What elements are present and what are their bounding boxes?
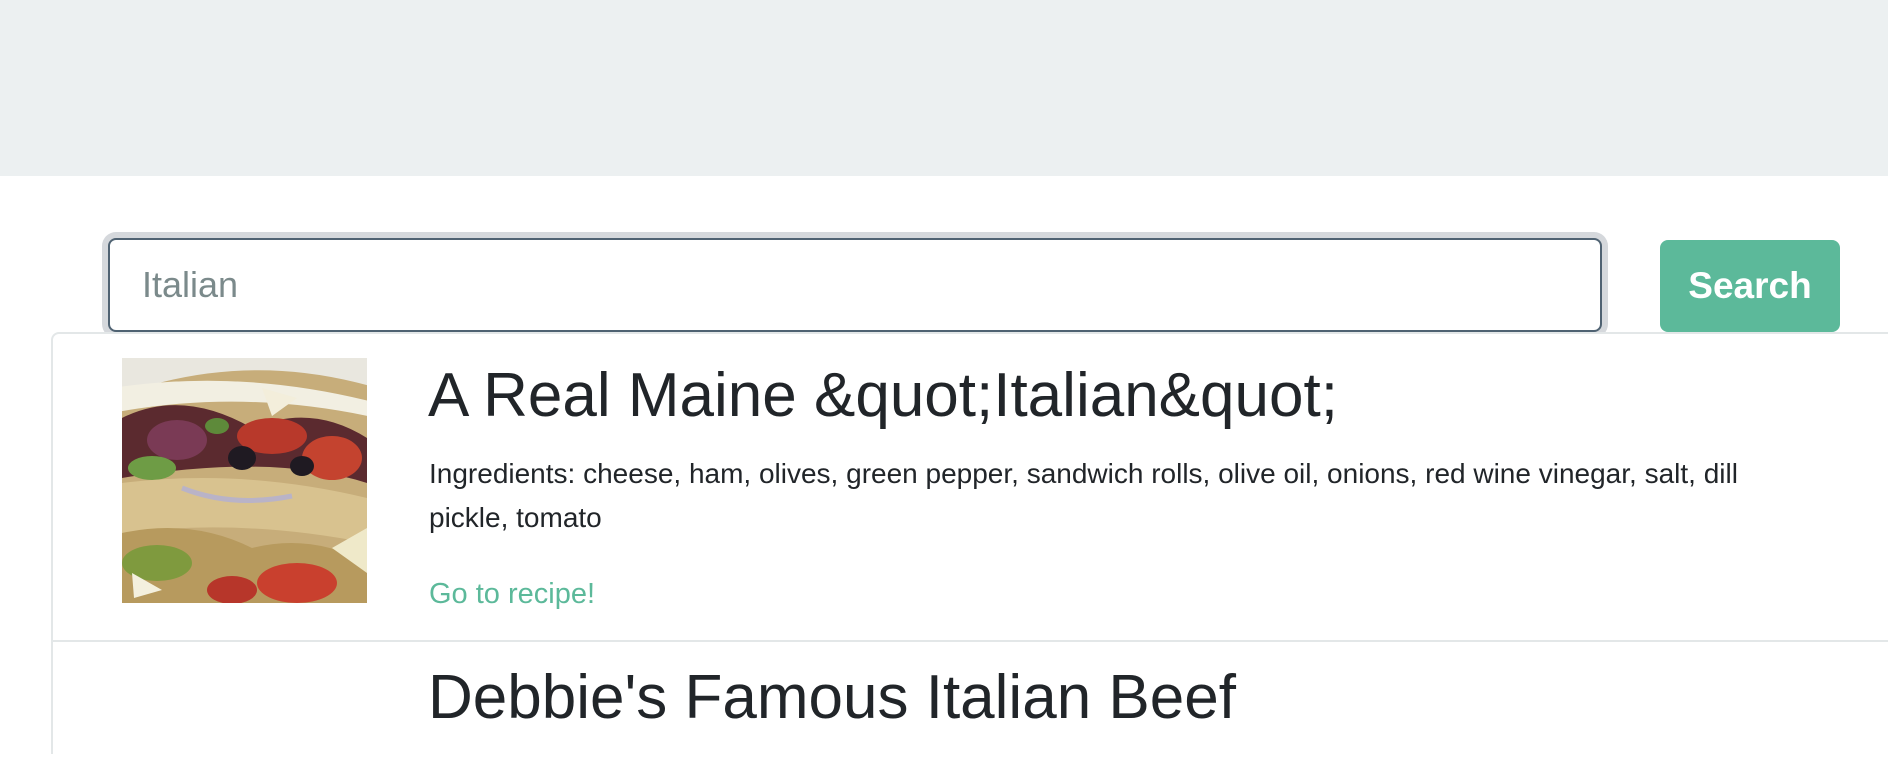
- results-list: A Real Maine &quot;Italian&quot; Ingredi…: [51, 332, 1888, 754]
- header-band: [0, 0, 1888, 176]
- recipe-ingredients: Ingredients: cheese, ham, olives, green …: [429, 458, 1738, 533]
- recipe-title: Debbie's Famous Italian Beef: [428, 663, 1236, 732]
- recipe-thumbnail[interactable]: [122, 358, 367, 603]
- search-input[interactable]: [108, 238, 1602, 332]
- search-button[interactable]: Search: [1660, 240, 1840, 332]
- sandwich-photo: [122, 358, 367, 603]
- list-item: Debbie's Famous Italian Beef: [53, 642, 1888, 762]
- list-item: A Real Maine &quot;Italian&quot; Ingredi…: [53, 334, 1888, 642]
- go-to-recipe-link[interactable]: Go to recipe!: [429, 578, 595, 611]
- search-bar: [108, 238, 1604, 336]
- recipe-title: A Real Maine &quot;Italian&quot;: [428, 361, 1338, 430]
